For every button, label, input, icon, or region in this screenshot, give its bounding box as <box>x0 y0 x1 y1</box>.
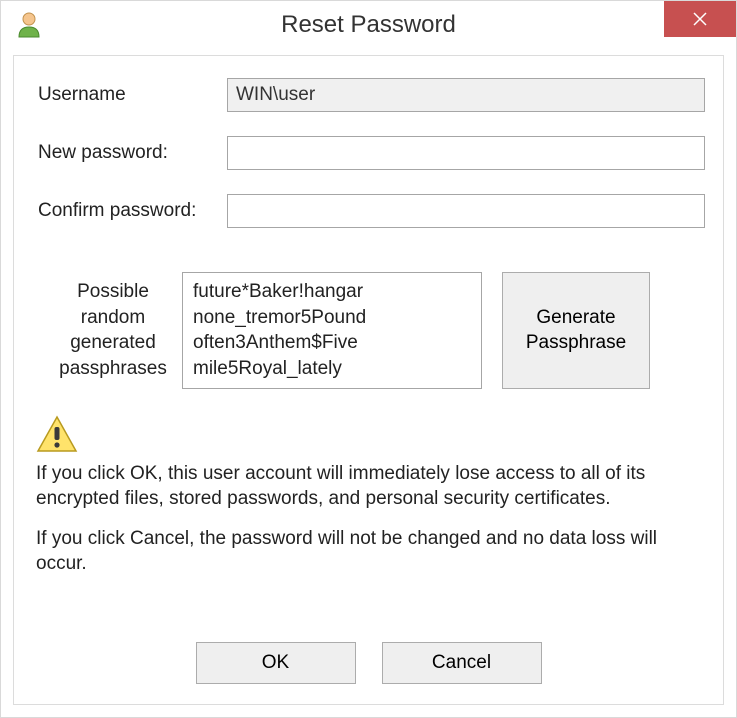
new-password-field[interactable] <box>227 136 705 170</box>
dialog-buttons: OK Cancel <box>32 642 705 686</box>
confirm-password-field[interactable] <box>227 194 705 228</box>
reset-password-dialog: Reset Password Username New password: Co… <box>0 0 737 718</box>
passphrase-item: often3Anthem$Five <box>193 330 471 356</box>
window-title: Reset Password <box>1 11 736 39</box>
close-icon <box>693 12 707 26</box>
cancel-button[interactable]: Cancel <box>382 642 542 684</box>
generate-passphrase-button[interactable]: Generate Passphrase <box>502 272 650 389</box>
passphrase-row: Possible random generated passphrases fu… <box>32 272 705 389</box>
ok-warning-text: If you click OK, this user account will … <box>32 461 705 512</box>
cancel-warning-text: If you click Cancel, the password will n… <box>32 526 705 577</box>
passphrase-label: Possible random generated passphrases <box>52 272 182 389</box>
confirm-password-row: Confirm password: <box>32 194 705 228</box>
passphrase-list: future*Baker!hangar none_tremor5Pound of… <box>182 272 482 389</box>
passphrase-item: future*Baker!hangar <box>193 279 471 305</box>
user-icon <box>15 11 43 39</box>
warning-icon <box>36 415 705 459</box>
username-field <box>227 78 705 112</box>
passphrase-item: mile5Royal_lately <box>193 356 471 382</box>
new-password-label: New password: <box>32 142 227 164</box>
warning-area: If you click OK, this user account will … <box>32 415 705 592</box>
confirm-password-label: Confirm password: <box>32 200 227 222</box>
ok-button[interactable]: OK <box>196 642 356 684</box>
titlebar: Reset Password <box>1 1 736 49</box>
username-label: Username <box>32 84 227 106</box>
close-button[interactable] <box>664 1 736 37</box>
passphrase-item: none_tremor5Pound <box>193 305 471 331</box>
username-row: Username <box>32 78 705 112</box>
new-password-row: New password: <box>32 136 705 170</box>
dialog-content: Username New password: Confirm password:… <box>13 55 724 705</box>
